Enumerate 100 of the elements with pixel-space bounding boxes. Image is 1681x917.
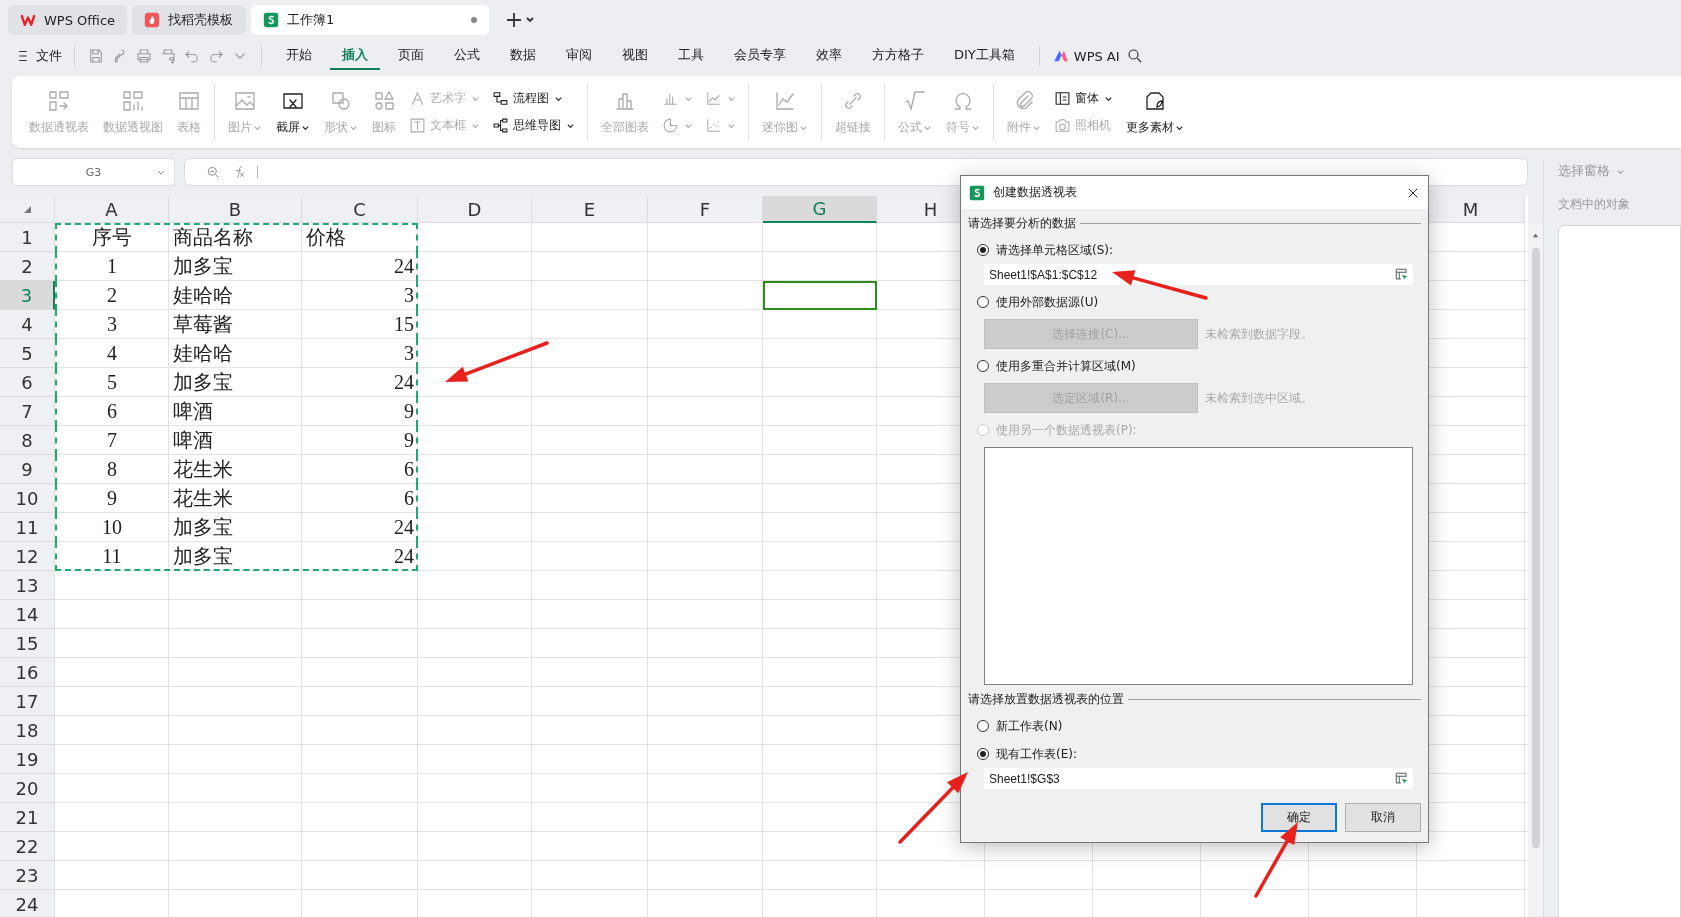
ribbon-tab[interactable]: DIY工具箱	[942, 42, 1027, 70]
row-header[interactable]: 12	[0, 542, 55, 571]
row-header[interactable]: 21	[0, 803, 55, 832]
table-cell: 9	[404, 400, 414, 422]
document-tab[interactable]: 找稻壳模板	[132, 5, 247, 35]
row-header[interactable]: 5	[0, 339, 55, 368]
table-cell: 9	[404, 429, 414, 451]
table-cell: 1	[107, 255, 117, 277]
column-header[interactable]: F	[648, 196, 763, 223]
row-header[interactable]: 14	[0, 600, 55, 629]
table-cell: 3	[404, 342, 414, 364]
row-header[interactable]: 7	[0, 397, 55, 426]
table-cell: 娃哈哈	[173, 342, 233, 364]
table-cell: 啤酒	[173, 400, 213, 422]
ribbon-tab[interactable]: 方方格子	[860, 42, 936, 70]
radio-option[interactable]: 现有工作表(E):	[977, 743, 1421, 765]
table-cell: 15	[394, 313, 414, 335]
range-field[interactable]: Sheet1!$G$3	[984, 768, 1413, 789]
ribbon-tab[interactable]: 会员专享	[722, 42, 798, 70]
column-header[interactable]: E	[532, 196, 648, 223]
document-tab[interactable]: 工作簿1	[251, 5, 490, 35]
status-note: 未检索到数据字段。	[1205, 325, 1313, 343]
table-cell: 加多宝	[173, 516, 233, 538]
row-header[interactable]: 4	[0, 310, 55, 339]
ribbon-tab[interactable]: 数据	[498, 42, 548, 70]
row-header[interactable]: 20	[0, 774, 55, 803]
table-cell: 加多宝	[173, 371, 233, 393]
column-header[interactable]: B	[169, 196, 302, 223]
table-cell: 4	[107, 342, 117, 364]
ribbon-tab[interactable]: 插入	[330, 42, 380, 70]
radio-option[interactable]: 请选择单元格区域(S):	[977, 239, 1421, 261]
table-cell: 7	[107, 429, 117, 451]
table-cell: 3	[107, 313, 117, 335]
panel-subtitle: 文档中的对象	[1558, 196, 1631, 213]
table-cell: 加多宝	[173, 255, 233, 277]
table-cell: 6	[107, 400, 117, 422]
section-legend: 请选择放置数据透视表的位置	[968, 690, 1124, 708]
ribbon-button[interactable]: 流程图	[492, 90, 575, 107]
table-cell: 序号	[92, 226, 132, 248]
ribbon-tab[interactable]: 公式	[442, 42, 492, 70]
column-header[interactable]: G	[763, 196, 877, 223]
file-menu[interactable]: 文件	[14, 47, 62, 65]
row-header[interactable]: 2	[0, 252, 55, 281]
table-cell: 24	[394, 516, 414, 538]
table-cell: 加多宝	[173, 545, 233, 567]
row-header[interactable]: 24	[0, 890, 55, 917]
table-cell: 8	[107, 458, 117, 480]
dialog-button[interactable]: 确定	[1261, 803, 1337, 832]
column-header[interactable]: A	[55, 196, 169, 223]
row-header[interactable]: 23	[0, 861, 55, 890]
ribbon-button[interactable]: 更多素材	[1119, 88, 1191, 136]
range-field[interactable]: Sheet1!$A$1:$C$12	[984, 264, 1413, 285]
ribbon-tab[interactable]: 页面	[386, 42, 436, 70]
radio-option[interactable]: 使用多重合并计算区域(M)	[977, 355, 1421, 377]
dialog-title: 创建数据透视表	[993, 184, 1078, 201]
row-header[interactable]: 11	[0, 513, 55, 542]
table-cell: 价格	[306, 226, 346, 248]
row-header[interactable]: 3	[0, 281, 55, 310]
ribbon-button[interactable]: 截屏	[269, 88, 317, 136]
row-header[interactable]: 17	[0, 687, 55, 716]
table-cell: 商品名称	[173, 226, 253, 248]
table-cell: 9	[107, 487, 117, 509]
row-header[interactable]: 15	[0, 629, 55, 658]
radio-option[interactable]: 使用外部数据源(U)	[977, 291, 1421, 313]
table-cell: 24	[394, 371, 414, 393]
table-cell: 花生米	[173, 458, 233, 480]
column-header[interactable]: D	[418, 196, 532, 223]
row-header[interactable]: 13	[0, 571, 55, 600]
name-box[interactable]: G3	[12, 158, 175, 186]
row-header[interactable]: 19	[0, 745, 55, 774]
table-cell: 娃哈哈	[173, 284, 233, 306]
table-cell: 3	[404, 284, 414, 306]
ribbon-tab[interactable]: 效率	[804, 42, 854, 70]
column-header[interactable]: C	[302, 196, 418, 223]
row-header[interactable]: 16	[0, 658, 55, 687]
row-header[interactable]: 18	[0, 716, 55, 745]
status-note: 未检索到选中区域。	[1205, 389, 1313, 407]
document-tab[interactable]: WPS Office	[8, 5, 128, 35]
radio-option[interactable]: 新工作表(N)	[977, 715, 1421, 737]
row-header[interactable]: 10	[0, 484, 55, 513]
ribbon-button[interactable]: 思维导图	[492, 117, 575, 134]
row-header[interactable]: 22	[0, 832, 55, 861]
table-cell: 10	[102, 516, 122, 538]
row-header[interactable]: 6	[0, 368, 55, 397]
ai-button[interactable]: WPS AI	[1051, 47, 1120, 65]
row-header[interactable]: 9	[0, 455, 55, 484]
ribbon-tab[interactable]: 工具	[666, 42, 716, 70]
table-cell: 花生米	[173, 487, 233, 509]
ribbon-tab[interactable]: 审阅	[554, 42, 604, 70]
ribbon-button[interactable]: 窗体	[1054, 90, 1113, 107]
ribbon-tab[interactable]: 视图	[610, 42, 660, 70]
dialog-button[interactable]: 取消	[1345, 803, 1421, 832]
table-cell: 啤酒	[173, 429, 213, 451]
table-cell: 11	[102, 545, 122, 567]
table-cell: 24	[394, 545, 414, 567]
row-header[interactable]: 1	[0, 223, 55, 252]
table-cell: 6	[404, 458, 414, 480]
ribbon-tab[interactable]: 开始	[274, 42, 324, 70]
table-cell: 2	[107, 284, 117, 306]
row-header[interactable]: 8	[0, 426, 55, 455]
